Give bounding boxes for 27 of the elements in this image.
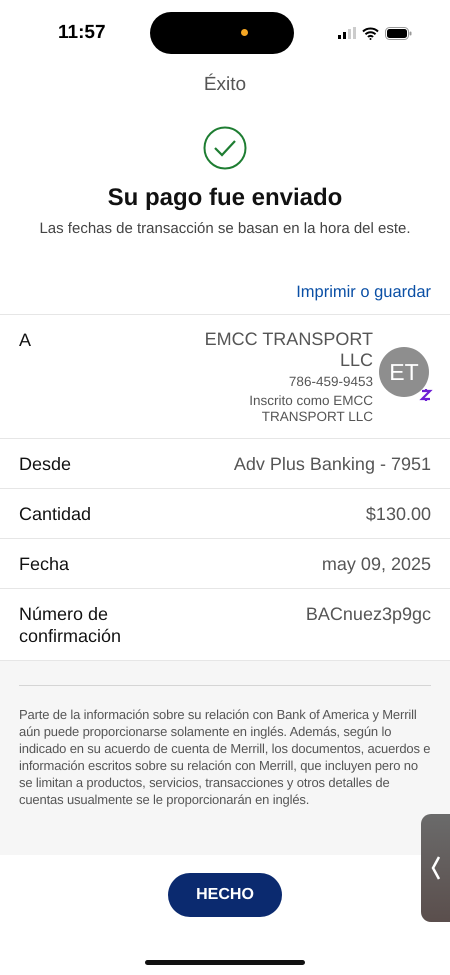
timezone-note: Las fechas de transacción se basan en la hora del este. xyxy=(38,220,412,237)
detail-label: Cantidad xyxy=(19,503,92,525)
done-button[interactable]: HECHO xyxy=(168,873,282,917)
signal-icon xyxy=(338,27,356,39)
success-heading: Su pago fue enviado xyxy=(106,184,344,212)
avatar: ET xyxy=(379,347,429,397)
battery-icon xyxy=(384,26,412,40)
chevron-left-icon xyxy=(430,855,440,881)
detail-label: A xyxy=(19,329,32,351)
zelle-icon xyxy=(419,387,433,403)
enrolled-name: Inscrito como EMCC TRANSPORT LLC xyxy=(248,393,373,425)
detail-label: Número de confirmación xyxy=(19,603,122,647)
wifi-icon xyxy=(362,26,379,40)
checkmark-icon xyxy=(203,126,247,170)
detail-value: $130.00 xyxy=(366,503,431,525)
print-link[interactable]: Imprimir o guardar xyxy=(296,283,431,302)
side-panel-handle[interactable] xyxy=(421,814,450,922)
detail-label: Desde xyxy=(19,453,72,475)
disclaimer-text: Parte de la información sobre su relación con Bank of America y Merrill aún puede proporcionarse solamente en inglés. Además, según lo indicado en su acuerdo de cuenta de Merrill, los documentos, acuerdos e información escritos sobre su relación con Merrill, que incluyen pero no se limitan a productos, servicios, transacciones y otros detalles de cuentas usualmente se le proporcionarán en inglés. xyxy=(19,706,431,808)
status-time: 11:57 xyxy=(58,22,106,44)
recipient-name: EMCC TRANSPORT LLC xyxy=(204,329,373,371)
detail-value: may 09, 2025 xyxy=(322,553,431,575)
page-title: Éxito xyxy=(202,74,248,96)
recipient-phone: 786-459-9453 xyxy=(288,374,373,390)
detail-value: Adv Plus Banking - 7951 xyxy=(234,453,431,475)
detail-value: BACnuez3p9gc xyxy=(306,603,431,625)
detail-label: Fecha xyxy=(19,553,70,575)
